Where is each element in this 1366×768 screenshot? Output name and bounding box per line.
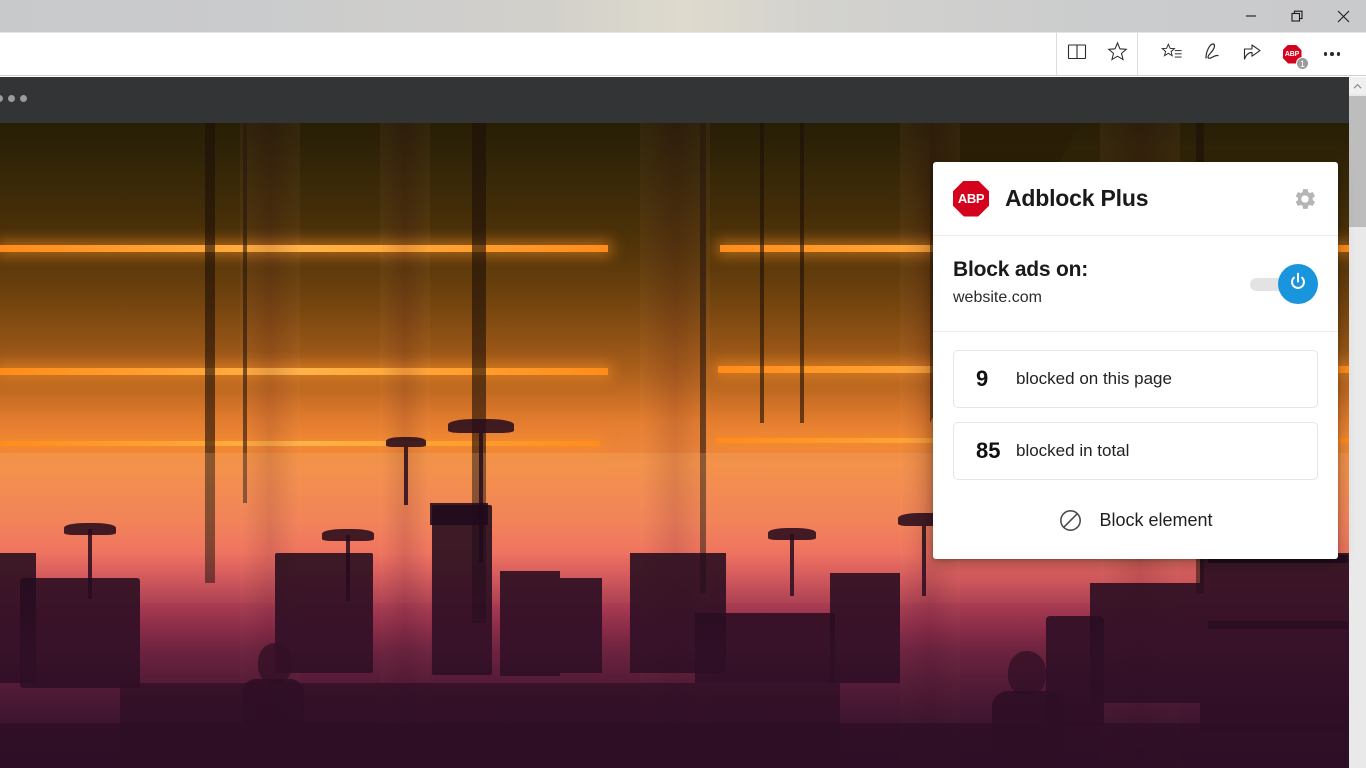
block-ads-heading: Block ads on: [953,258,1089,281]
block-element-button[interactable]: Block element [933,502,1338,559]
reading-view-icon [1067,43,1087,66]
gear-icon [1292,188,1318,216]
window-mullion [800,123,804,423]
popup-title: Adblock Plus [1005,185,1149,211]
prohibition-icon [1058,508,1083,533]
block-element-label: Block element [1099,509,1213,530]
settings-button[interactable] [1292,186,1318,212]
restore-button[interactable] [1274,0,1320,32]
window-mullion [760,123,764,423]
abp-badge-count: 1 [1296,57,1309,70]
light-strip [0,441,600,446]
ceiling-lamp-shade [448,419,514,433]
title-bar [0,0,1366,32]
browser-toolbar: ABP 1 [0,32,1366,76]
monitor-top [430,503,488,525]
abp-extension-button[interactable]: ABP 1 [1272,33,1312,75]
abp-extension-icon-text: ABP [1284,50,1300,58]
more-settings-icon [1323,52,1341,56]
page-viewport: ABP Adblock Plus Block ads on: website.c… [0,77,1366,768]
web-note-pen-icon [1201,42,1223,67]
browser-window: ABP 1 ABP Adblock Plus Block ads on: web… [0,0,1366,768]
minimize-icon [1245,10,1257,22]
toggle-knob [1278,264,1318,304]
light-strip [0,368,608,375]
stat-label: blocked in total [1016,440,1130,460]
close-icon [1337,10,1350,23]
favorites-star-icon [1106,41,1128,67]
toolbar-right-spacer [1352,33,1366,75]
block-ads-toggle[interactable] [1250,264,1318,304]
abp-logo-text: ABP [957,191,985,206]
restore-icon [1290,10,1304,23]
adblock-plus-popup: ABP Adblock Plus Block ads on: website.c… [933,162,1338,559]
stat-label: blocked on this page [1016,368,1172,388]
abp-logo-icon: ABP [953,180,989,217]
stat-card-page[interactable]: 9 blocked on this page [953,349,1318,408]
web-note-button[interactable] [1192,33,1232,75]
hub-favorites-button[interactable] [1152,33,1192,75]
current-domain: website.com [953,288,1042,306]
stat-card-total[interactable]: 85 blocked in total [953,421,1318,480]
popup-stats: 9 blocked on this page 85 blocked in tot… [933,332,1338,502]
photo-bottom-shade [0,553,1349,768]
block-ads-section: Block ads on: website.com [933,236,1338,332]
address-bar-input[interactable] [0,33,1075,75]
minimize-button[interactable] [1228,0,1274,32]
power-icon [1287,271,1309,298]
scrollbar-thumb[interactable] [1349,96,1366,227]
favorites-star-button[interactable] [1097,33,1137,75]
address-actions-group [1056,33,1138,75]
desk-lamp-pole [404,447,408,505]
website-menu-dots-icon[interactable] [0,95,27,102]
chevron-up-icon [1353,77,1362,95]
block-ads-texts: Block ads on: website.com [953,258,1250,307]
more-settings-button[interactable] [1312,33,1352,75]
website-top-nav [0,77,1349,123]
page-scrollbar[interactable] [1349,77,1366,768]
stat-count: 85 [976,437,1001,463]
scrollbar-up-button[interactable] [1349,77,1366,94]
share-icon [1241,42,1263,67]
reading-view-button[interactable] [1057,33,1097,75]
desk-lamp-shade [386,437,426,447]
stat-count: 9 [976,365,989,391]
close-button[interactable] [1320,0,1366,32]
share-button[interactable] [1232,33,1272,75]
light-strip [0,245,608,252]
popup-header: ABP Adblock Plus [933,162,1338,236]
hub-favorites-icon [1160,42,1183,67]
